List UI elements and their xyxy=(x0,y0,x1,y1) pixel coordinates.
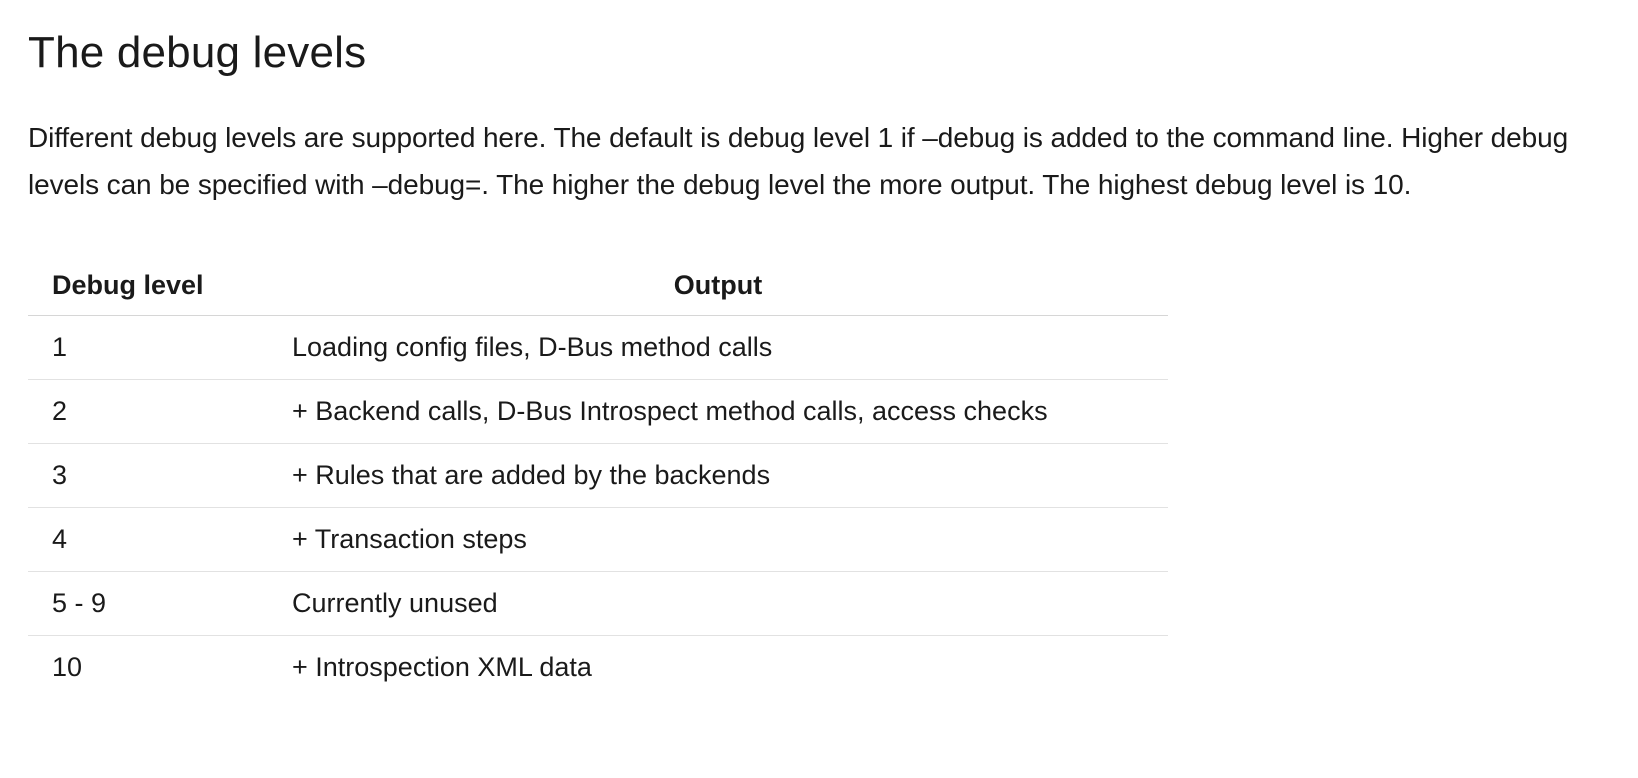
header-output: Output xyxy=(268,256,1168,316)
table-row: 1 Loading config files, D-Bus method cal… xyxy=(28,316,1168,380)
cell-output: Currently unused xyxy=(268,572,1168,636)
cell-level: 1 xyxy=(28,316,268,380)
header-debug-level: Debug level xyxy=(28,256,268,316)
cell-level: 4 xyxy=(28,508,268,572)
table-row: 4 + Transaction steps xyxy=(28,508,1168,572)
cell-level: 10 xyxy=(28,636,268,700)
cell-output: + Introspection XML data xyxy=(268,636,1168,700)
table-row: 5 - 9 Currently unused xyxy=(28,572,1168,636)
cell-level: 2 xyxy=(28,380,268,444)
debug-levels-table: Debug level Output 1 Loading config file… xyxy=(28,256,1168,699)
cell-level: 3 xyxy=(28,444,268,508)
intro-paragraph: Different debug levels are supported her… xyxy=(28,114,1608,208)
table-row: 10 + Introspection XML data xyxy=(28,636,1168,700)
table-header-row: Debug level Output xyxy=(28,256,1168,316)
table-row: 3 + Rules that are added by the backends xyxy=(28,444,1168,508)
cell-output: + Rules that are added by the backends xyxy=(268,444,1168,508)
page-heading: The debug levels xyxy=(28,28,1610,78)
cell-level: 5 - 9 xyxy=(28,572,268,636)
cell-output: + Backend calls, D-Bus Introspect method… xyxy=(268,380,1168,444)
table-row: 2 + Backend calls, D-Bus Introspect meth… xyxy=(28,380,1168,444)
cell-output: + Transaction steps xyxy=(268,508,1168,572)
cell-output: Loading config files, D-Bus method calls xyxy=(268,316,1168,380)
